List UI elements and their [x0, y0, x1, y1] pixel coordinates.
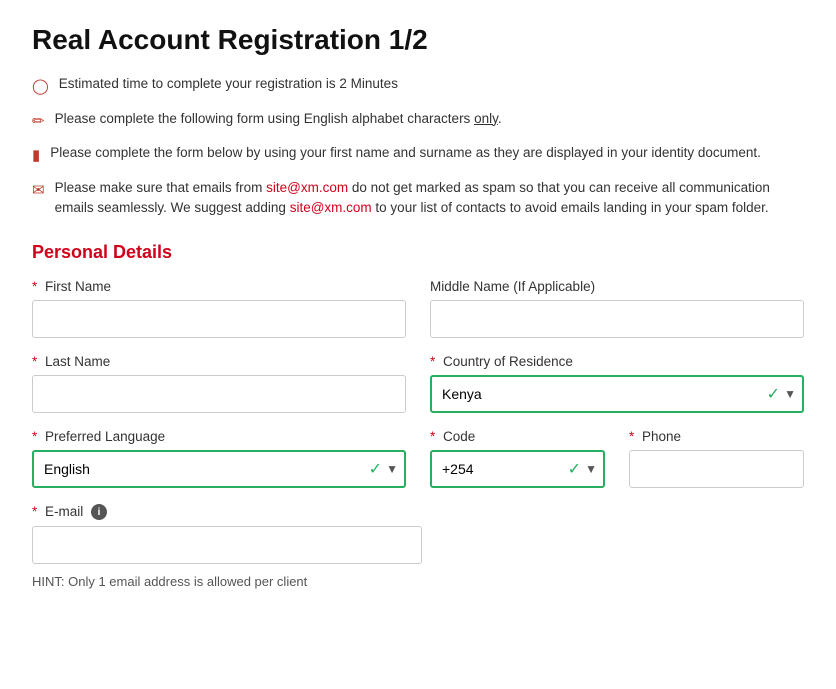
phone-input[interactable] — [629, 450, 804, 488]
notice-identity: ▮ Please complete the form below by usin… — [32, 143, 804, 168]
country-select-wrapper: Kenya Uganda Tanzania South Africa Niger… — [430, 375, 804, 413]
last-name-group: * Last Name — [32, 354, 406, 413]
email-label: * E-mail i — [32, 504, 422, 520]
notice-english: ✏ Please complete the following form usi… — [32, 109, 804, 134]
notice-identity-text: Please complete the form below by using … — [50, 143, 761, 163]
country-of-residence-label: * Country of Residence — [430, 354, 804, 369]
first-name-input[interactable] — [32, 300, 406, 338]
pencil-icon: ✏ — [32, 111, 45, 134]
notice-english-text: Please complete the following form using… — [55, 109, 502, 129]
email-warning-icon: ✉ — [32, 180, 45, 203]
email-input[interactable] — [32, 526, 422, 564]
last-name-input[interactable] — [32, 375, 406, 413]
phone-label: * Phone — [629, 429, 804, 444]
notice-email-text: Please make sure that emails from site@x… — [55, 178, 804, 219]
middle-name-label: Middle Name (If Applicable) — [430, 279, 804, 294]
code-label: * Code — [430, 429, 605, 444]
preferred-language-group: * Preferred Language English French Span… — [32, 429, 406, 488]
code-select-wrapper: +254 +1 +44 +27 ✓ ▼ — [430, 450, 605, 488]
notice-time: ◯ Estimated time to complete your regist… — [32, 74, 804, 99]
site-email-link-1[interactable]: site@xm.com — [266, 180, 348, 195]
country-of-residence-group: * Country of Residence Kenya Uganda Tanz… — [430, 354, 804, 413]
code-phone-group: * Code +254 +1 +44 +27 ✓ ▼ * P — [430, 429, 804, 488]
code-group: * Code +254 +1 +44 +27 ✓ ▼ — [430, 429, 605, 488]
language-select-wrapper: English French Spanish Arabic ✓ ▼ — [32, 450, 406, 488]
notice-email-spam: ✉ Please make sure that emails from site… — [32, 178, 804, 219]
email-hint: HINT: Only 1 email address is allowed pe… — [32, 574, 422, 589]
personal-details-title: Personal Details — [32, 242, 804, 263]
site-email-link-2[interactable]: site@xm.com — [290, 200, 372, 215]
phone-group: * Phone — [629, 429, 804, 488]
id-card-icon: ▮ — [32, 145, 40, 168]
notice-time-text: Estimated time to complete your registra… — [59, 74, 398, 94]
page-title: Real Account Registration 1/2 — [32, 24, 804, 56]
preferred-language-select[interactable]: English French Spanish Arabic — [32, 450, 406, 488]
country-of-residence-select[interactable]: Kenya Uganda Tanzania South Africa Niger… — [430, 375, 804, 413]
clock-icon: ◯ — [32, 76, 49, 99]
personal-details-form: * First Name Middle Name (If Applicable)… — [32, 279, 804, 589]
first-name-group: * First Name — [32, 279, 406, 338]
email-group: * E-mail i HINT: Only 1 email address is… — [32, 504, 422, 589]
last-name-label: * Last Name — [32, 354, 406, 369]
preferred-language-label: * Preferred Language — [32, 429, 406, 444]
middle-name-input[interactable] — [430, 300, 804, 338]
middle-name-group: Middle Name (If Applicable) — [430, 279, 804, 338]
email-info-icon: i — [91, 504, 107, 520]
code-select[interactable]: +254 +1 +44 +27 — [430, 450, 605, 488]
first-name-label: * First Name — [32, 279, 406, 294]
